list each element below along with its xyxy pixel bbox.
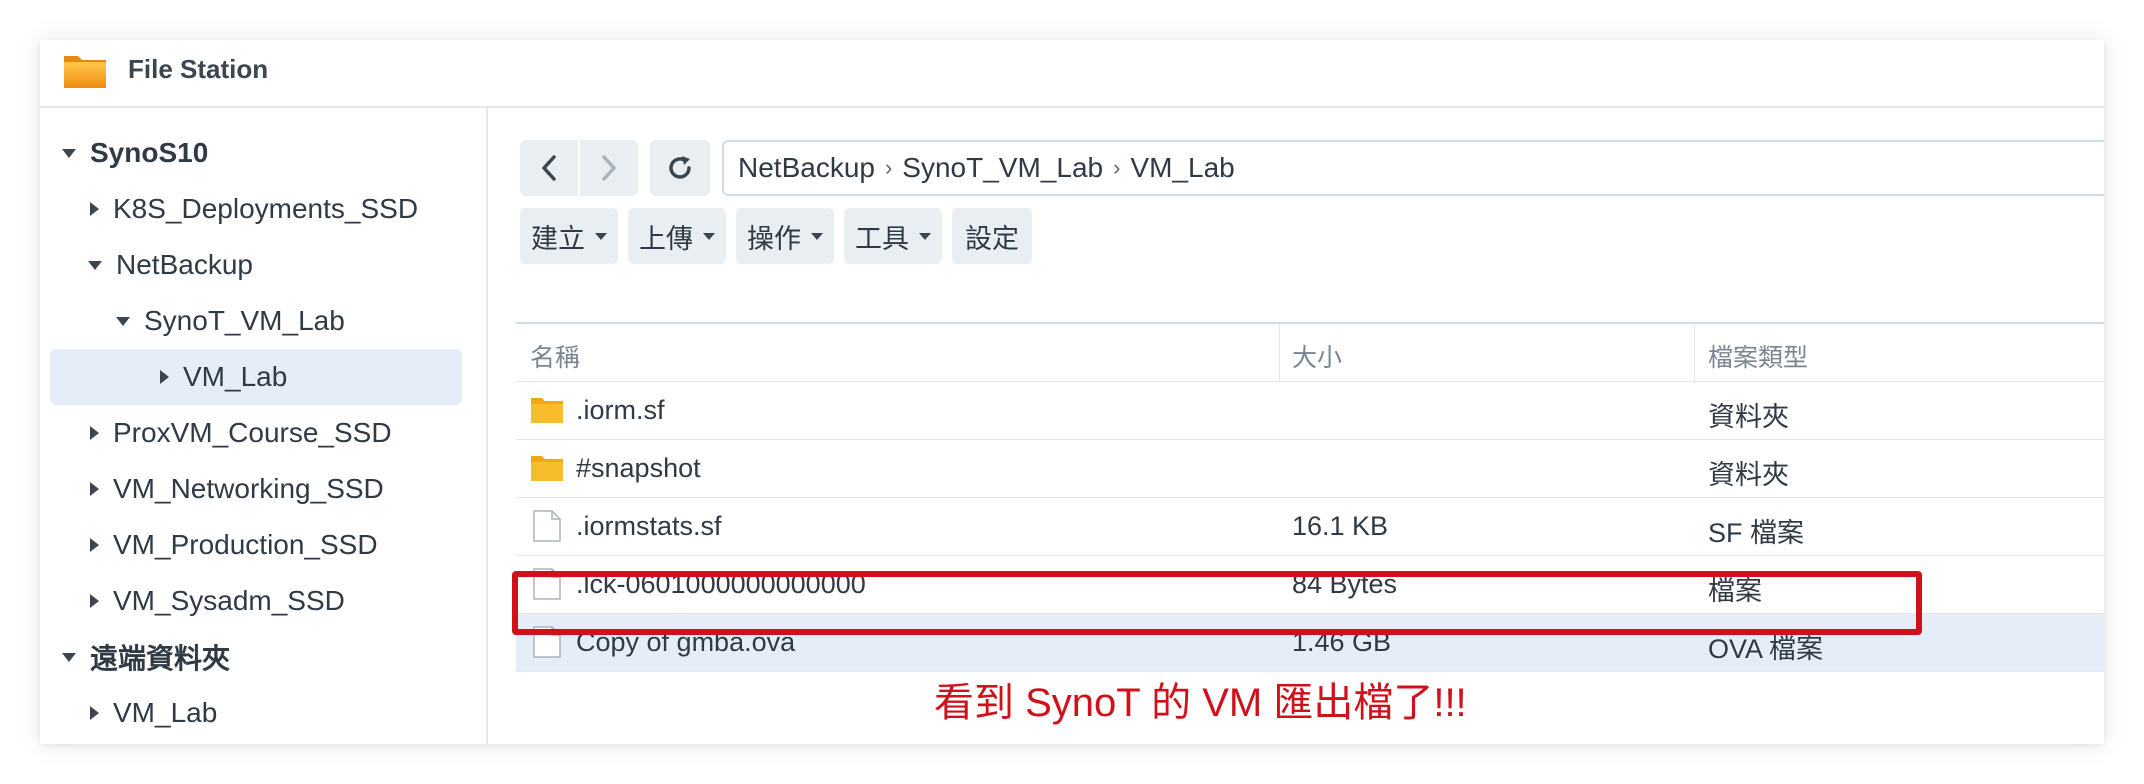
table-row[interactable]: .iormstats.sf 16.1 KB SF 檔案 bbox=[516, 498, 2104, 556]
file-type: SF 檔案 bbox=[1708, 518, 1805, 548]
breadcrumb-separator-icon: › bbox=[1113, 155, 1121, 180]
action-button[interactable]: 操作 bbox=[736, 208, 834, 264]
refresh-button[interactable] bbox=[650, 140, 710, 196]
sidebar-item-remote-vm-lab[interactable]: VM_Lab bbox=[50, 685, 462, 741]
column-header-type[interactable]: 檔案類型 bbox=[1708, 338, 1808, 374]
app-title: File Station bbox=[128, 54, 269, 84]
sidebar-item-label: SynoT_VM_Lab bbox=[144, 305, 345, 336]
sidebar-item-k8s-deployments-ssd[interactable]: K8S_Deployments_SSD bbox=[50, 181, 462, 237]
expand-triangle-icon[interactable] bbox=[116, 316, 130, 326]
collapse-triangle-icon[interactable] bbox=[90, 594, 99, 608]
caret-down-icon bbox=[811, 232, 823, 240]
breadcrumb[interactable]: NetBackup › SynoT_VM_Lab › VM_Lab bbox=[722, 140, 2104, 196]
folder-app-icon bbox=[64, 56, 106, 88]
caret-down-icon bbox=[595, 232, 607, 240]
sidebar-item-label: VM_Lab bbox=[113, 697, 218, 728]
main-pane: NetBackup › SynoT_VM_Lab › VM_Lab 建立 上傳 … bbox=[488, 108, 2104, 744]
back-button[interactable] bbox=[520, 140, 578, 196]
create-label: 建立 bbox=[531, 223, 585, 254]
upload-label: 上傳 bbox=[639, 223, 693, 254]
file-type: 資料夾 bbox=[1708, 402, 1789, 432]
collapse-triangle-icon[interactable] bbox=[160, 370, 169, 384]
settings-button[interactable]: 設定 bbox=[952, 208, 1032, 264]
sidebar-item-vm-lab[interactable]: VM_Lab bbox=[50, 349, 462, 405]
breadcrumb-separator-icon: › bbox=[884, 155, 893, 180]
column-divider[interactable] bbox=[1279, 324, 1280, 382]
column-header-size[interactable]: 大小 bbox=[1292, 338, 1342, 374]
caret-down-icon bbox=[703, 232, 715, 240]
sidebar-item-label: 遠端資料夾 bbox=[90, 643, 231, 674]
tools-label: 工具 bbox=[855, 223, 909, 254]
forward-button[interactable] bbox=[580, 140, 638, 196]
breadcrumb-item[interactable]: NetBackup bbox=[738, 152, 875, 184]
sidebar-tree: SynoS10 K8S_Deployments_SSD NetBackup Sy… bbox=[40, 108, 488, 744]
collapse-triangle-icon[interactable] bbox=[90, 426, 99, 440]
sidebar-item-synot-vm-lab[interactable]: SynoT_VM_Lab bbox=[50, 293, 462, 349]
sidebar-item-remote-folders[interactable]: 遠端資料夾 bbox=[50, 629, 462, 685]
sidebar-item-label: SynoS10 bbox=[90, 137, 209, 168]
sidebar-item-label: VM_Sysadm_SSD bbox=[113, 585, 345, 616]
upload-button[interactable]: 上傳 bbox=[628, 208, 726, 264]
file-station-window: File Station SynoS10 K8S_Deployments_SSD… bbox=[40, 40, 2104, 744]
table-row[interactable]: .iorm.sf 資料夾 bbox=[516, 382, 2104, 440]
collapse-triangle-icon[interactable] bbox=[90, 482, 99, 496]
column-divider[interactable] bbox=[1694, 324, 1695, 382]
sidebar-item-label: VM_Networking_SSD bbox=[113, 473, 384, 504]
collapse-triangle-icon[interactable] bbox=[90, 202, 99, 216]
file-type: 資料夾 bbox=[1708, 460, 1789, 490]
sidebar-item-proxvm-course-ssd[interactable]: ProxVM_Course_SSD bbox=[50, 405, 462, 461]
breadcrumb-item[interactable]: SynoT_VM_Lab bbox=[902, 152, 1103, 184]
settings-label: 設定 bbox=[965, 223, 1019, 254]
highlight-box bbox=[512, 571, 1922, 635]
expand-triangle-icon[interactable] bbox=[62, 148, 76, 158]
collapse-triangle-icon[interactable] bbox=[90, 538, 99, 552]
sidebar-item-synos10[interactable]: SynoS10 bbox=[50, 125, 462, 181]
sidebar-item-label: ProxVM_Course_SSD bbox=[113, 417, 392, 448]
sidebar-item-vm-production-ssd[interactable]: VM_Production_SSD bbox=[50, 517, 462, 573]
table-row[interactable]: #snapshot 資料夾 bbox=[516, 440, 2104, 498]
create-button[interactable]: 建立 bbox=[520, 208, 618, 264]
file-icon bbox=[533, 510, 561, 542]
breadcrumb-item[interactable]: VM_Lab bbox=[1130, 152, 1234, 184]
action-label: 操作 bbox=[747, 223, 801, 254]
sidebar-item-label: VM_Lab bbox=[183, 361, 288, 392]
file-name: .iorm.sf bbox=[576, 395, 665, 425]
annotation-text: 看到 SynoT 的 VM 匯出檔了!!! bbox=[934, 681, 1467, 725]
chevron-left-icon bbox=[542, 155, 556, 181]
sidebar-item-vm-sysadm-ssd[interactable]: VM_Sysadm_SSD bbox=[50, 573, 462, 629]
file-name: .iormstats.sf bbox=[576, 511, 722, 541]
sidebar-item-label: K8S_Deployments_SSD bbox=[113, 193, 419, 224]
list-header: 名稱 大小 檔案類型 bbox=[516, 324, 2104, 382]
file-size: 16.1 KB bbox=[1292, 511, 1389, 541]
sidebar-item-vm-networking-ssd[interactable]: VM_Networking_SSD bbox=[50, 461, 462, 517]
expand-triangle-icon[interactable] bbox=[88, 260, 102, 270]
caret-down-icon bbox=[919, 232, 931, 240]
sidebar-item-label: VM_Production_SSD bbox=[113, 529, 378, 560]
folder-icon bbox=[531, 398, 563, 423]
sidebar-item-label: NetBackup bbox=[116, 249, 253, 280]
chevron-right-icon bbox=[602, 155, 616, 181]
tools-button[interactable]: 工具 bbox=[844, 208, 942, 264]
file-name: #snapshot bbox=[576, 453, 701, 483]
collapse-triangle-icon[interactable] bbox=[90, 706, 99, 720]
column-header-name[interactable]: 名稱 bbox=[530, 338, 580, 374]
refresh-icon bbox=[669, 156, 691, 179]
title-bar: File Station bbox=[40, 40, 2104, 108]
expand-triangle-icon[interactable] bbox=[62, 652, 76, 662]
folder-icon bbox=[531, 456, 563, 481]
sidebar-item-netbackup[interactable]: NetBackup bbox=[50, 237, 462, 293]
